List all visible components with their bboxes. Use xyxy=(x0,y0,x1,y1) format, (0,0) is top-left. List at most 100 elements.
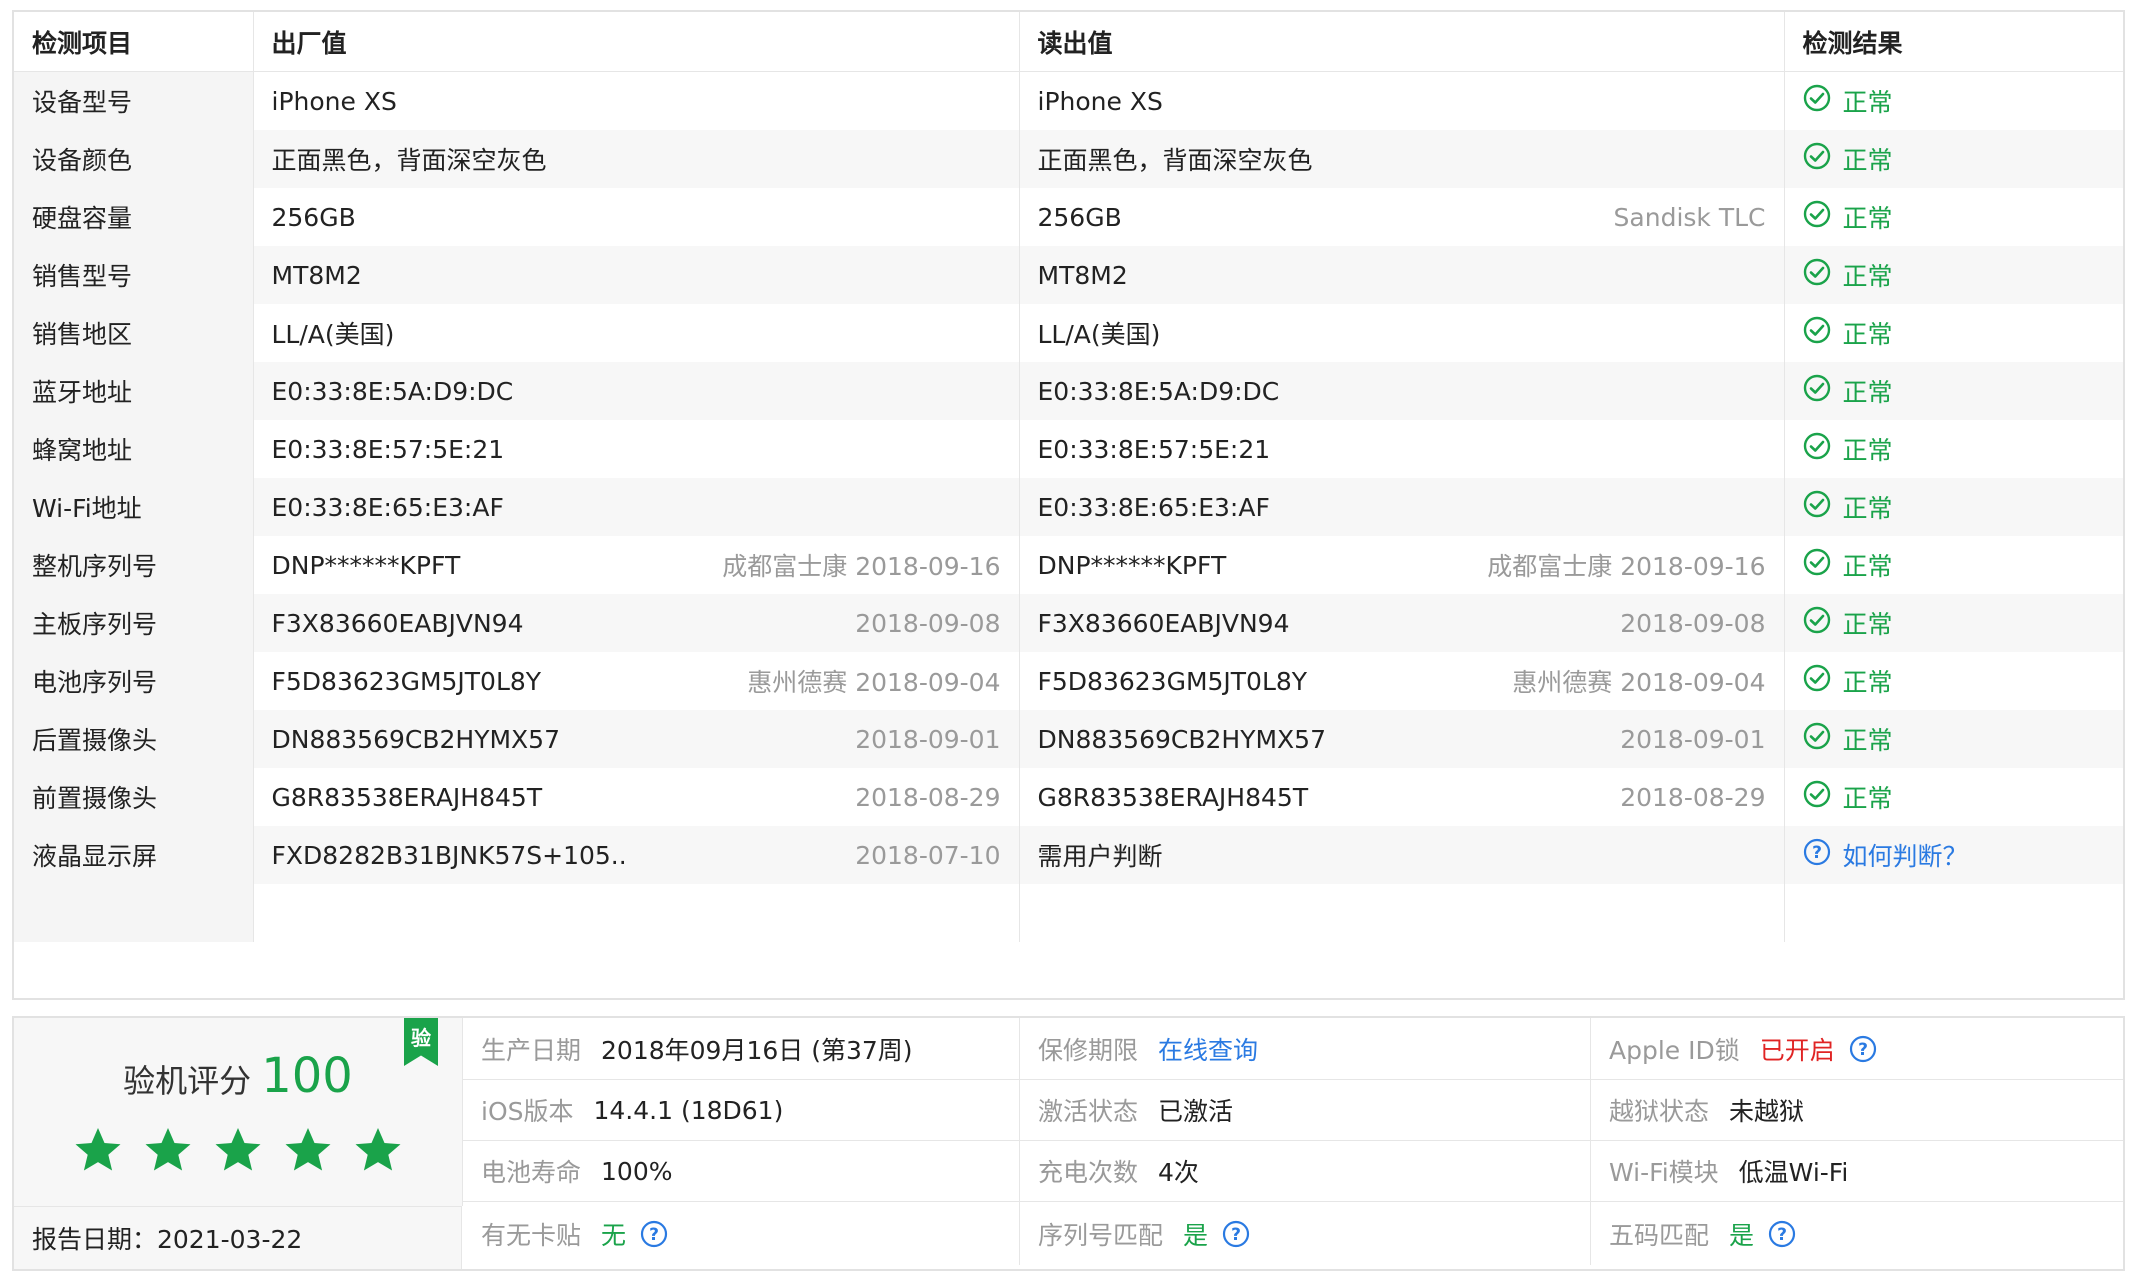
read-cell: iPhone XS xyxy=(1018,71,1784,130)
check-circle-icon xyxy=(1803,258,1831,292)
item-cell: 设备颜色 xyxy=(14,130,253,188)
read-cell: F5D83623GM5JT0L8Y 惠州德赛 2018-09-04 xyxy=(1018,652,1784,710)
factory-cell: F3X83660EABJVN94 2018-09-08 xyxy=(252,594,1019,652)
factory-cell: 正面黑色，背面深空灰色 xyxy=(252,130,1019,188)
item-label: 整机序列号 xyxy=(32,552,158,581)
factory-value: F5D83623GM5JT0L8Y xyxy=(271,666,542,696)
result-text: 正常 xyxy=(1842,726,1893,755)
summary-cell: Wi-Fi模块 低温Wi-Fi xyxy=(1590,1141,2123,1202)
result-cell: 正常 xyxy=(1783,362,2123,420)
factory-cell: E0:33:8E:57:5E:21 xyxy=(252,420,1019,478)
result-cell: 正常 xyxy=(1783,71,2123,130)
how-to-judge-link[interactable]: ? 如何判断？ xyxy=(1803,837,1968,873)
help-icon[interactable]: ? xyxy=(640,1220,668,1248)
read-cell: E0:33:8E:5A:D9:DC xyxy=(1018,362,1784,420)
summary-cell: 越狱状态 未越狱 xyxy=(1590,1080,2123,1141)
result-text: 正常 xyxy=(1842,146,1893,175)
table-row: 设备颜色 正面黑色，背面深空灰色 正面黑色，背面深空灰色 正常 xyxy=(14,130,2123,188)
factory-cell: DNP******KPFT 成都富士康 2018-09-16 xyxy=(252,536,1019,594)
score-value: 100 xyxy=(261,1048,353,1104)
factory-value: DN883569CB2HYMX57 xyxy=(271,724,560,754)
summary-label: 有无卡贴 xyxy=(481,1220,582,1250)
factory-cell: E0:33:8E:65:E3:AF xyxy=(252,478,1019,536)
factory-cell: iPhone XS xyxy=(252,71,1019,130)
read-cell: 正面黑色，背面深空灰色 xyxy=(1018,130,1784,188)
summary-label: 序列号匹配 xyxy=(1038,1220,1164,1250)
result-cell: 正常 xyxy=(1783,304,2123,362)
summary-value: 是 xyxy=(1183,1220,1209,1250)
read-note: Sandisk TLC xyxy=(1613,202,1766,232)
check-circle-icon xyxy=(1803,490,1831,524)
empty-cell xyxy=(252,884,1019,942)
factory-cell: FXD8282B31BJNK57S+105.. 2018-07-10 xyxy=(252,826,1019,884)
header-factory: 出厂值 xyxy=(252,12,1019,72)
check-circle-icon xyxy=(1803,84,1831,118)
result-cell: 正常 xyxy=(1783,594,2123,652)
factory-value: LL/A(美国) xyxy=(271,320,395,349)
result-text: 如何判断？ xyxy=(1842,842,1968,871)
summary-label: 激活状态 xyxy=(1038,1097,1139,1126)
item-cell: 硬盘容量 xyxy=(14,188,253,246)
read-value: F5D83623GM5JT0L8Y xyxy=(1037,666,1308,696)
summary-value[interactable]: 在线查询 xyxy=(1158,1031,1258,1067)
check-circle-icon xyxy=(1803,548,1831,582)
item-label: 前置摄像头 xyxy=(32,784,158,813)
check-circle-icon xyxy=(1803,664,1831,698)
help-icon[interactable]: ? xyxy=(1849,1035,1877,1063)
factory-cell: E0:33:8E:5A:D9:DC xyxy=(252,362,1019,420)
read-cell: 256GB Sandisk TLC xyxy=(1018,188,1784,246)
summary-cell: Apple ID锁 已开启? xyxy=(1590,1018,2123,1080)
factory-note: 惠州德赛 2018-09-04 xyxy=(747,668,1001,697)
question-circle-icon: ? xyxy=(1803,838,1831,872)
result-ok: 正常 xyxy=(1803,721,1893,757)
read-cell: LL/A(美国) xyxy=(1018,304,1784,362)
result-text: 正常 xyxy=(1842,784,1893,813)
item-label: 主板序列号 xyxy=(32,610,158,639)
empty-cell xyxy=(14,884,253,942)
read-cell: DNP******KPFT 成都富士康 2018-09-16 xyxy=(1018,536,1784,594)
item-label: 销售型号 xyxy=(32,262,133,291)
factory-note: 2018-07-10 xyxy=(855,840,1001,870)
item-cell: 蜂窝地址 xyxy=(14,420,253,478)
table-row: 整机序列号 DNP******KPFT 成都富士康 2018-09-16 DNP***… xyxy=(14,536,2123,594)
factory-value: MT8M2 xyxy=(271,260,362,290)
summary-label: 越狱状态 xyxy=(1609,1097,1710,1126)
help-icon[interactable]: ? xyxy=(1222,1220,1250,1248)
read-value: G8R83538ERAJH845T xyxy=(1037,782,1309,812)
result-text: 正常 xyxy=(1842,378,1893,407)
score-label: 验机评分 xyxy=(123,1062,252,1100)
read-value: E0:33:8E:65:E3:AF xyxy=(1037,492,1270,522)
factory-cell: LL/A(美国) xyxy=(252,304,1019,362)
help-icon[interactable]: ? xyxy=(1768,1220,1796,1248)
summary-panel: 验 验机评分 100 报告日期：2021-03-22 生产日期 2018年09月16… xyxy=(12,1016,2125,1271)
item-cell: 主板序列号 xyxy=(14,594,253,652)
result-ok: 正常 xyxy=(1803,779,1893,815)
read-cell: MT8M2 xyxy=(1018,246,1784,304)
star-icon xyxy=(214,1126,262,1178)
read-cell: E0:33:8E:57:5E:21 xyxy=(1018,420,1784,478)
table-row: 液晶显示屏 FXD8282B31BJNK57S+105.. 2018-07-10 需用… xyxy=(14,826,2123,884)
empty-cell xyxy=(1783,884,2123,942)
summary-value: 无 xyxy=(601,1220,627,1250)
summary-cell: 五码匹配是? xyxy=(1590,1202,2123,1265)
item-label: 蓝牙地址 xyxy=(32,378,133,407)
factory-cell: MT8M2 xyxy=(252,246,1019,304)
header-result: 检测结果 xyxy=(1783,12,2123,72)
factory-note: 2018-08-29 xyxy=(855,782,1001,812)
read-value: E0:33:8E:5A:D9:DC xyxy=(1037,376,1280,406)
result-ok: 正常 xyxy=(1803,199,1893,235)
item-cell: 销售地区 xyxy=(14,304,253,362)
table-row: 硬盘容量 256GB 256GB Sandisk TLC 正常 xyxy=(14,188,2123,246)
item-label: 蜂窝地址 xyxy=(32,436,133,465)
check-circle-icon xyxy=(1803,722,1831,756)
result-cell: 正常 xyxy=(1783,710,2123,768)
star-icon xyxy=(284,1126,332,1178)
svg-text:?: ? xyxy=(1812,843,1822,863)
item-cell: Wi-Fi地址 xyxy=(14,478,253,536)
read-cell: 需用户判断 xyxy=(1018,826,1784,884)
report-date: 报告日期：2021-03-22 xyxy=(14,1206,462,1269)
svg-text:?: ? xyxy=(1231,1225,1241,1245)
svg-text:?: ? xyxy=(1858,1040,1868,1060)
item-cell: 前置摄像头 xyxy=(14,768,253,826)
summary-value: 已开启 xyxy=(1759,1035,1835,1065)
